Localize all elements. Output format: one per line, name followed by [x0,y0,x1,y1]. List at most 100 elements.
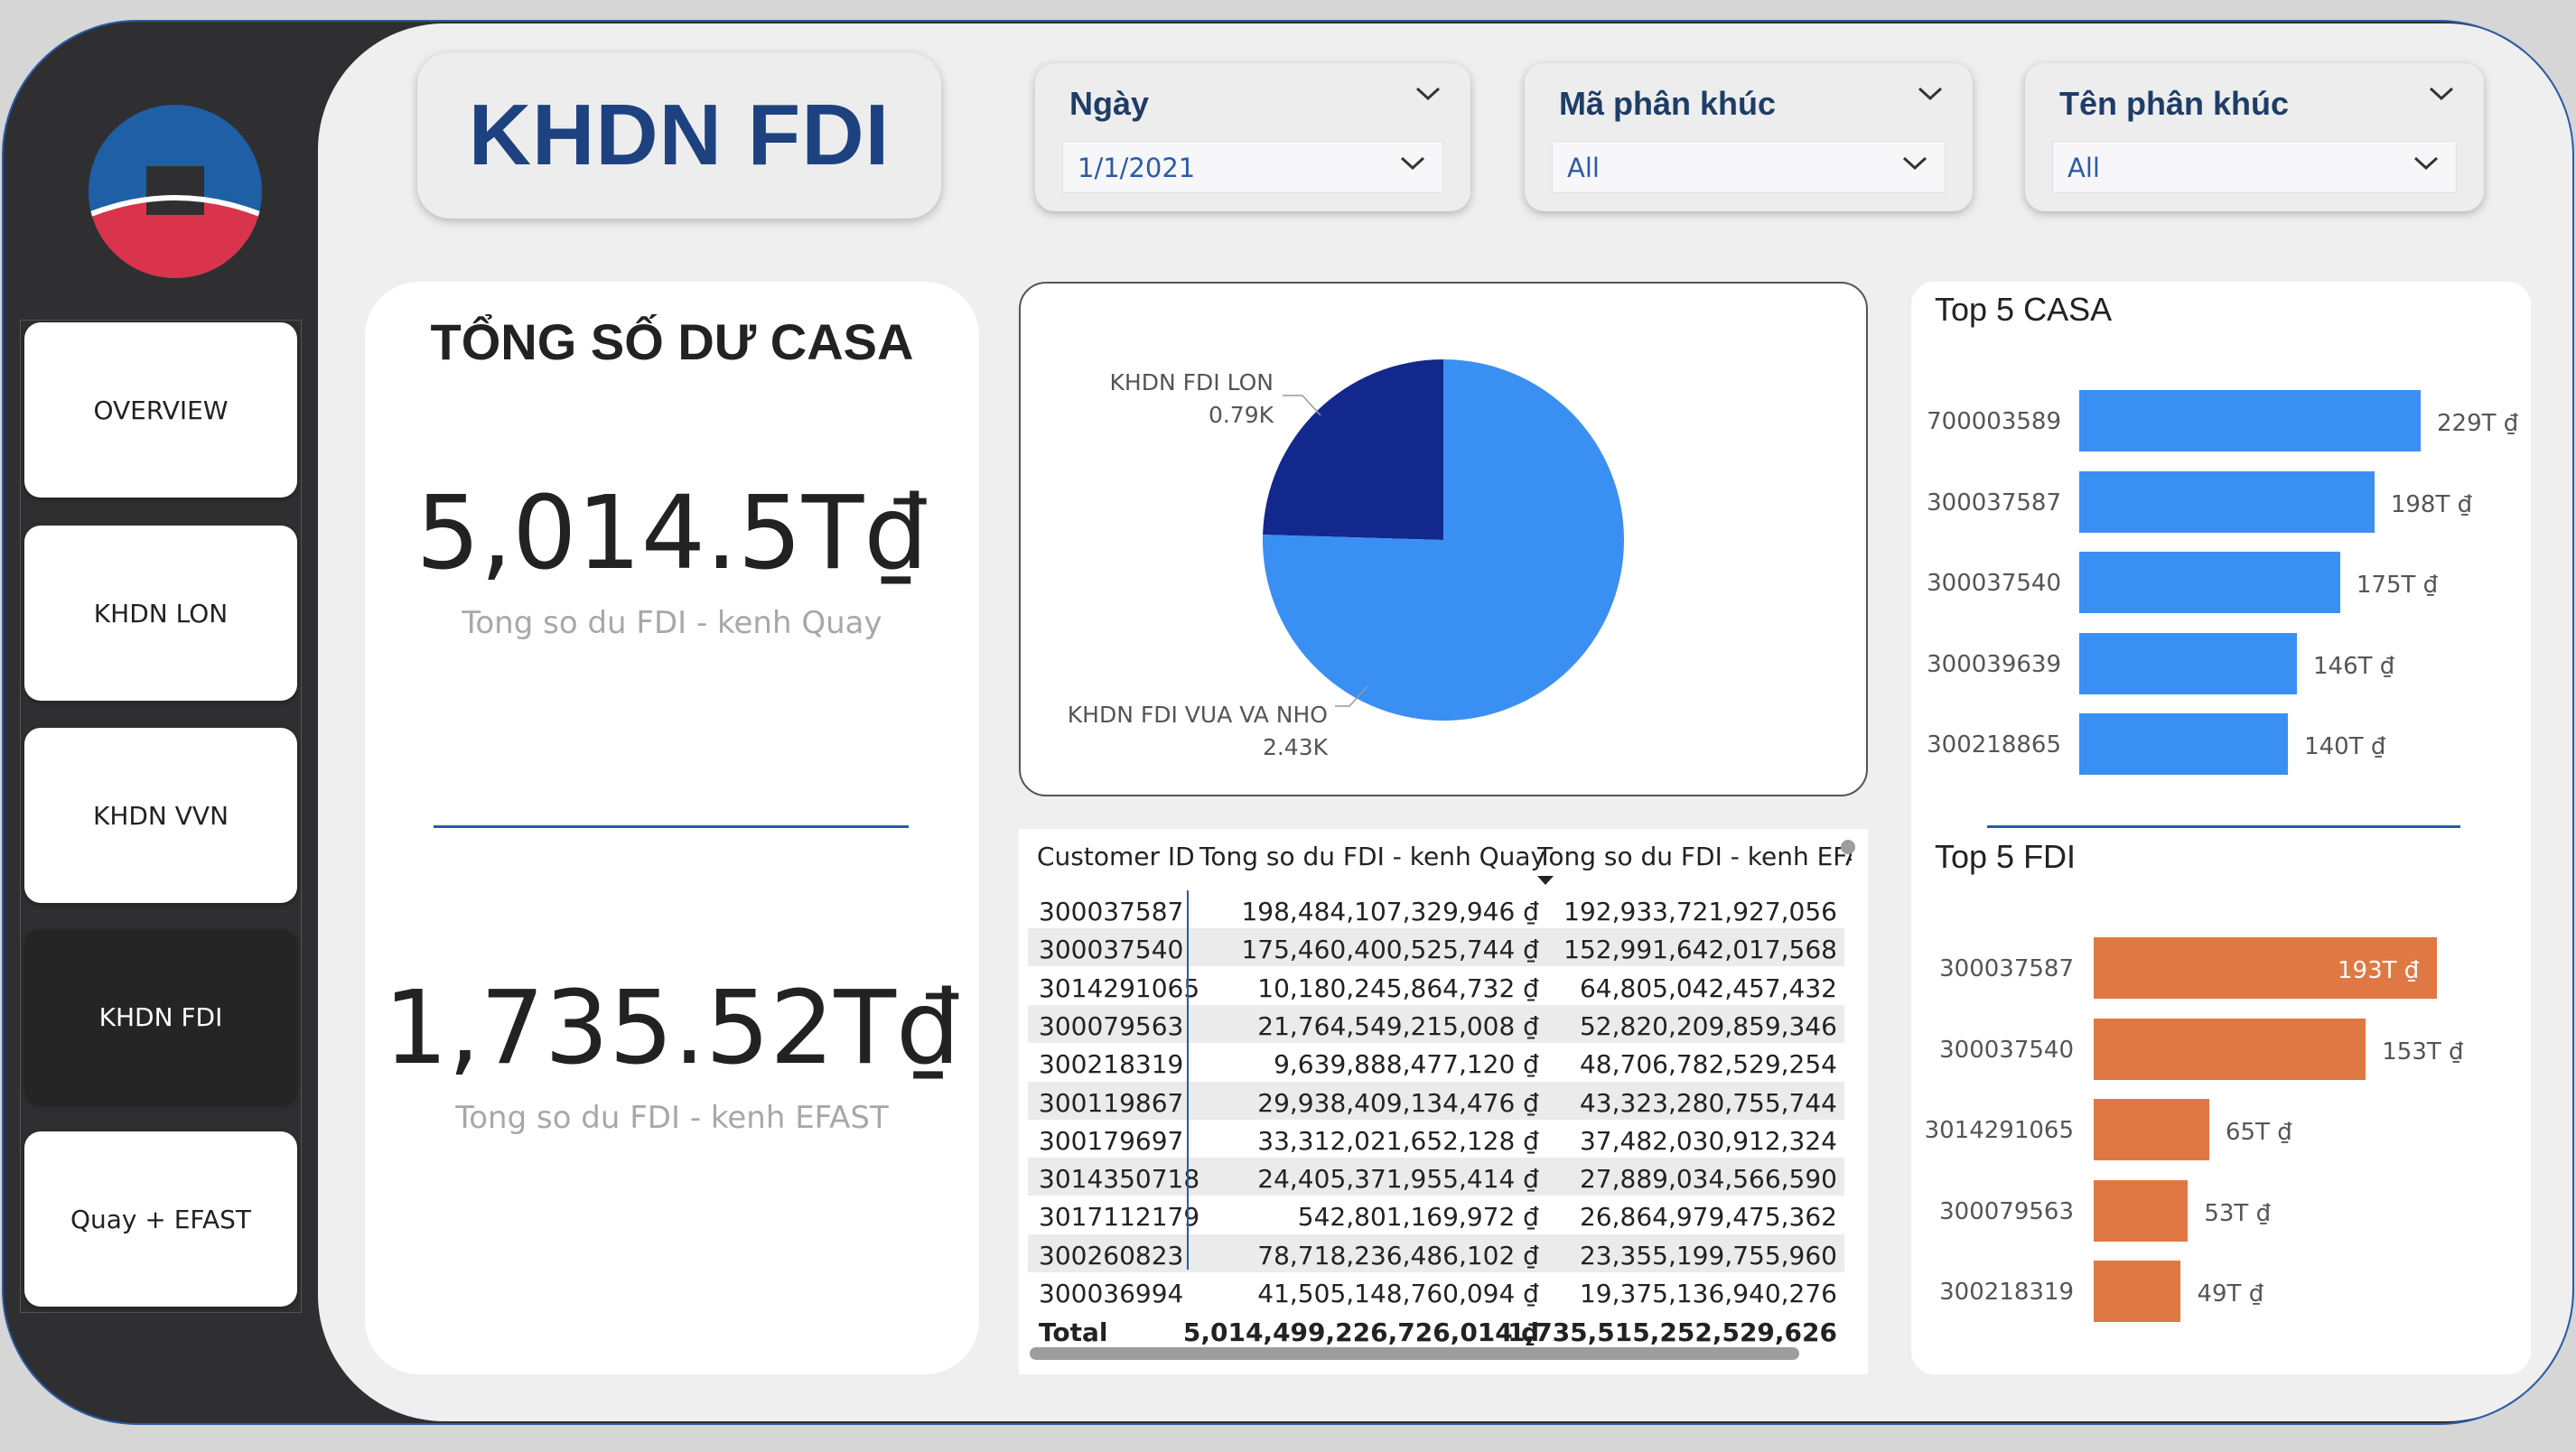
date-slicer[interactable]: Ngày 1/1/2021 [1035,63,1470,211]
cell-quay: 9,639,888,477,120 ₫ [1274,1049,1539,1080]
cell-customer-id: 3017112179 [1039,1202,1200,1233]
casa-bar[interactable] [2079,632,2297,694]
chevron-down-icon[interactable] [1917,85,1944,103]
cell-customer-id: 300218319 [1039,1049,1184,1080]
customer-table: Customer ID Tong so du FDI - kenh Quay T… [1019,829,1868,1374]
efast-kpi-value: 1,735.52T₫ [383,970,961,1087]
fdi-bar-value: 53T ₫ [2204,1199,2272,1227]
cell-customer-id: 3014291065 [1039,973,1200,1003]
segment-code-dropdown[interactable]: All [1552,141,1946,193]
cell-quay: 10,180,245,864,732 ₫ [1257,973,1539,1003]
cell-quay: 24,405,371,955,414 ₫ [1257,1164,1539,1195]
chevron-down-icon[interactable] [1901,154,1928,172]
nav-overview-label: OVERVIEW [93,395,229,425]
fdi-bar[interactable] [2094,1018,2366,1080]
fdi-bar[interactable] [2094,1099,2209,1160]
nav-khdn-fdi-label: KHDN FDI [98,1001,223,1032]
casa-bar[interactable] [2079,390,2421,451]
pie-slice-khdn-fdi-lon[interactable] [1263,359,1443,540]
sort-desc-icon[interactable] [1535,874,1555,887]
chevron-down-icon[interactable] [1414,85,1442,103]
total-label: Total [1039,1317,1108,1347]
date-slicer-label: Ngày [1069,85,1150,122]
fdi-category-label: 3014291065 [1924,1117,2074,1144]
nav-khdn-lon-button[interactable]: KHDN LON [24,526,297,701]
top-charts-card: Top 5 CASA 700003589 229T ₫ 300037587 198T … [1911,282,2531,1374]
casa-bar[interactable] [2079,470,2375,533]
table-row[interactable]: 300037540 175,460,400,525,744 ₫ 152,991,64… [1028,928,1844,967]
table-row[interactable]: 300037587 198,484,107,329,946 ₫ 192,933,72… [1028,890,1844,928]
fdi-category-label: 300037540 [1939,1036,2074,1064]
nav-khdn-vvn-label: KHDN VVN [92,800,229,831]
fdi-category-label: 300079563 [1939,1197,2074,1225]
cell-quay: 542,801,169,972 ₫ [1297,1202,1539,1233]
pie-label-vvn: KHDN FDI VUA VA NHO [1068,702,1328,728]
casa-category-label: 300037587 [1927,489,2061,517]
cell-customer-id: 300037540 [1039,935,1184,965]
segment-pie-chart: KHDN FDI LON 0.79K KHDN FDI VUA VA NHO 2… [1068,359,1624,760]
casa-bar-value: 198T ₫ [2390,490,2473,518]
page-title: KHDN FDI [468,87,891,183]
column-header-efast[interactable]: Tong so du FDI - kenh EFAST [1537,842,1852,871]
casa-bar-value: 229T ₫ [2437,410,2519,437]
table-row[interactable]: 300119867 29,938,409,134,476 ₫ 43,323,280,… [1028,1081,1844,1120]
casa-bar[interactable] [2079,713,2289,775]
cell-efast: 26,864,979,475,362 [1579,1202,1837,1233]
cell-customer-id: 300079563 [1039,1010,1184,1041]
nav-khdn-vvn-button[interactable]: KHDN VVN [24,728,297,903]
table-row[interactable]: 300079563 21,764,549,215,008 ₫ 52,820,209,… [1028,1004,1844,1043]
casa-bar-value: 140T ₫ [2304,733,2386,760]
column-header-customer-id[interactable]: Customer ID [1037,842,1195,871]
cell-quay: 21,764,549,215,008 ₫ [1257,1010,1539,1041]
chevron-down-icon[interactable] [1399,154,1426,172]
cell-efast: 64,805,042,457,432 [1579,973,1837,1003]
nav-quay-efast-button[interactable]: Quay + EFAST [24,1131,297,1307]
casa-category-label: 300039639 [1927,650,2061,678]
fdi-bar-value: 49T ₫ [2197,1280,2264,1308]
table-row[interactable]: 300179697 33,312,021,652,128 ₫ 37,482,030,… [1028,1120,1844,1158]
chevron-down-icon[interactable] [2413,154,2440,172]
segment-code-slicer-label: Mã phân khúc [1559,85,1777,122]
fdi-bar-value: 65T ₫ [2225,1119,2292,1146]
casa-bar-value: 175T ₫ [2356,572,2439,599]
cell-quay: 33,312,021,652,128 ₫ [1257,1125,1539,1156]
casa-bar[interactable] [2079,552,2340,613]
date-dropdown[interactable]: 1/1/2021 [1062,141,1443,193]
table-row[interactable]: 3017112179 542,801,169,972 ₫ 26,864,979,47… [1028,1196,1844,1233]
pie-value-vvn: 2.43K [1263,734,1329,760]
top5-fdi-title: Top 5 FDI [1935,838,2077,875]
segment-code-dropdown-value: All [1567,153,1600,183]
table-row[interactable]: 300036994 41,505,148,760,094 ₫ 19,375,136,… [1028,1272,1844,1310]
fdi-bar[interactable] [2094,1179,2189,1242]
kpi-heading: TỔNG SỐ DƯ CASA [430,313,914,370]
cell-customer-id: 300036994 [1039,1279,1184,1308]
total-efast: 1,735,515,252,529,626 [1507,1317,1837,1347]
table-row[interactable]: 300218319 9,639,888,477,120 ₫ 48,706,782,5… [1028,1043,1844,1081]
cell-customer-id: 300119867 [1039,1087,1184,1118]
column-header-quay[interactable]: Tong so du FDI - kenh Quay [1199,842,1545,871]
sidebar-nav: OVERVIEW KHDN LON KHDN VVN KHDN FDI Quay… [20,320,302,1313]
nav-khdn-fdi-button[interactable]: KHDN FDI [24,929,297,1104]
leader-line [1283,395,1321,416]
casa-category-label: 700003589 [1927,408,2061,435]
chevron-down-icon[interactable] [2428,85,2455,103]
cell-quay: 29,938,409,134,476 ₫ [1257,1087,1539,1118]
cell-efast: 43,323,280,755,744 [1579,1087,1837,1118]
segment-code-slicer[interactable]: Mã phân khúc All [1525,63,1973,211]
segment-name-slicer-label: Tên phân khúc [2059,85,2290,122]
table-row[interactable]: 3014350718 24,405,371,955,414 ₫ 27,889,034… [1028,1158,1844,1196]
horizontal-scrollbar[interactable] [1030,1347,1799,1360]
cell-customer-id: 3014350718 [1039,1164,1200,1195]
cell-efast: 23,355,199,755,960 [1579,1240,1837,1270]
fdi-bar[interactable] [2094,1261,2181,1322]
cell-customer-id: 300037587 [1039,897,1184,926]
nav-overview-button[interactable]: OVERVIEW [24,322,297,498]
quay-kpi-label: Tong so du FDI - kenh Quay [462,605,882,641]
table-total-row: Total 5,014,499,226,726,014 ₫ 1,735,515,… [1028,1311,1844,1349]
table-row[interactable]: 3014291065 10,180,245,864,732 ₫ 64,805,042… [1028,967,1844,1005]
charts-divider [1987,825,2460,828]
segment-name-dropdown[interactable]: All [2052,141,2457,193]
segment-name-slicer[interactable]: Tên phân khúc All [2025,63,2484,211]
table-row[interactable]: 300260823 78,718,236,486,102 ₫ 23,355,199,… [1028,1233,1844,1272]
fdi-bar-value: 193T ₫ [2338,957,2420,984]
